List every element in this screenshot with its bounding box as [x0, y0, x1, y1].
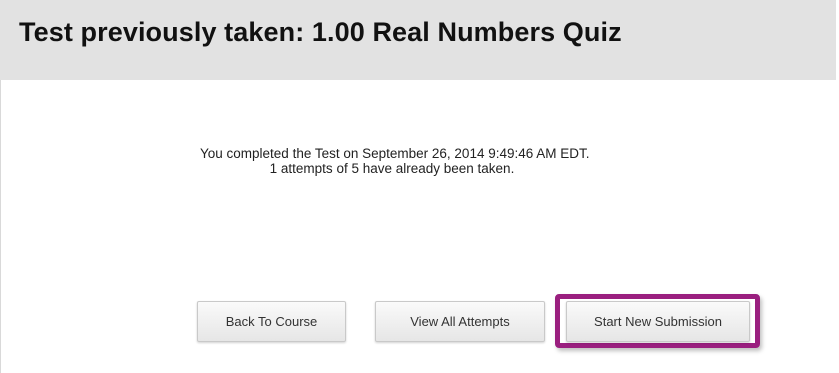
content-left-border	[0, 80, 1, 373]
attempt-status-message: You completed the Test on September 26, …	[200, 146, 590, 176]
completion-text: You completed the Test on September 26, …	[200, 146, 590, 161]
start-new-submission-button[interactable]: Start New Submission	[566, 301, 750, 342]
page-header: Test previously taken: 1.00 Real Numbers…	[0, 0, 836, 80]
page-title: Test previously taken: 1.00 Real Numbers…	[19, 17, 622, 47]
test-previously-taken-page: Test previously taken: 1.00 Real Numbers…	[0, 0, 839, 373]
attempts-count-text: 1 attempts of 5 have already been taken.	[269, 161, 515, 176]
back-to-course-button[interactable]: Back To Course	[197, 301, 346, 342]
view-all-attempts-button[interactable]: View All Attempts	[375, 301, 545, 342]
